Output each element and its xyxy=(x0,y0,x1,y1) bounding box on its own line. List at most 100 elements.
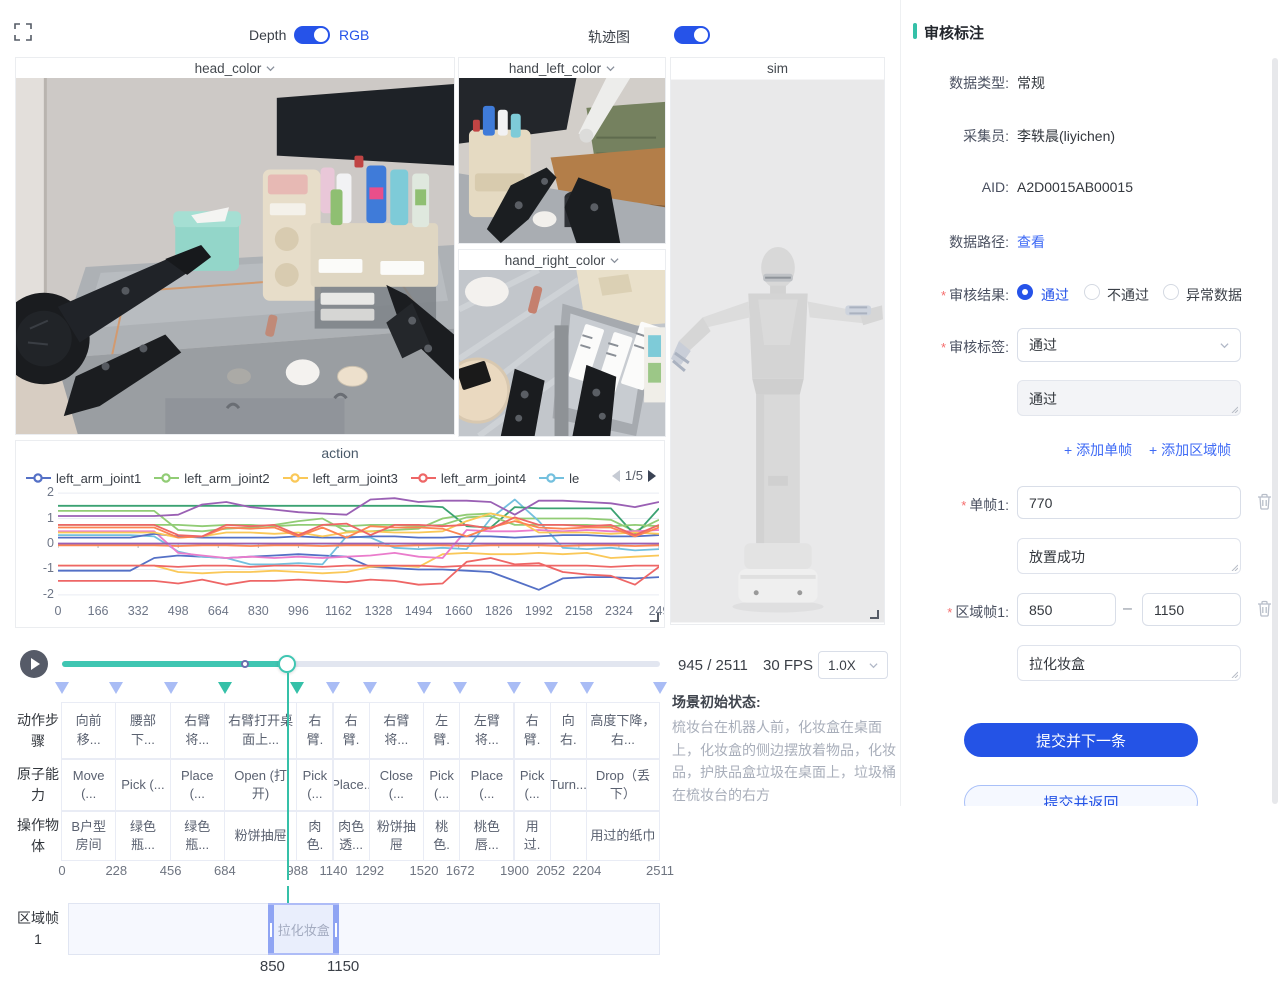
section-title-marker xyxy=(913,23,917,39)
review-tag-label: *审核标签: xyxy=(901,337,1009,357)
add-region-frame-link[interactable]: + 添加区域帧 xyxy=(1149,440,1231,460)
legend-item[interactable]: left_arm_joint2 xyxy=(154,471,269,486)
timeline-cell[interactable]: 肉色透... xyxy=(333,811,370,861)
timeline-cell[interactable]: 桃色. xyxy=(423,811,460,861)
depth-rgb-toggle[interactable] xyxy=(294,26,330,44)
keyframe-marker[interactable] xyxy=(164,682,178,694)
x-axis-tick-label: 1660 xyxy=(445,604,473,618)
data-path-view-link[interactable]: 查看 xyxy=(1017,232,1045,252)
keyframe-marker[interactable] xyxy=(580,682,594,694)
timeline-cell[interactable]: 桃色唇... xyxy=(459,811,514,861)
head-camera-selector[interactable]: head_color xyxy=(16,58,454,78)
speed-select[interactable]: 1.0X xyxy=(818,651,888,679)
region-frame-note-textarea[interactable]: 拉化妆盒 xyxy=(1017,645,1241,681)
trajectory-toggle[interactable] xyxy=(674,26,710,44)
y-axis-tick-label: -2 xyxy=(24,587,54,601)
region-block-label: 拉化妆盒 xyxy=(278,920,330,939)
timeline-cell[interactable]: Move (... xyxy=(61,759,116,811)
timeline-cell[interactable]: Pick (... xyxy=(423,759,460,811)
timeline-cell[interactable]: Close (... xyxy=(369,759,424,811)
keyframe-marker[interactable] xyxy=(109,682,123,694)
keyframe-marker[interactable] xyxy=(544,682,558,694)
head-camera-title: head_color xyxy=(195,61,262,76)
keyframe-marker[interactable] xyxy=(453,682,467,694)
timeline-cell[interactable]: 右臂. xyxy=(514,702,551,759)
fullscreen-icon[interactable] xyxy=(14,23,32,41)
timeline-cell[interactable]: 绿色瓶... xyxy=(115,811,170,861)
timeline-cell[interactable]: 用过的纸巾 xyxy=(586,811,660,861)
single-frame-note-textarea[interactable]: 放置成功 xyxy=(1017,538,1241,574)
legend-item[interactable]: left_arm_joint1 xyxy=(26,471,141,486)
hand-right-camera-selector[interactable]: hand_right_color xyxy=(459,250,665,270)
x-axis-tick-label: 1826 xyxy=(485,604,513,618)
radio-abnormal-label[interactable]: 异常数据 xyxy=(1186,285,1242,305)
timeline-axis-tick: 1520 xyxy=(410,863,439,878)
region-end-value: 1150 xyxy=(1154,602,1184,618)
region-frame-block[interactable]: 拉化妆盒 xyxy=(268,903,339,955)
radio-fail[interactable] xyxy=(1084,284,1100,305)
radio-fail-label[interactable]: 不通过 xyxy=(1107,285,1149,305)
submit-next-button[interactable]: 提交并下一条 xyxy=(964,723,1198,757)
single-frame-input[interactable]: 770 xyxy=(1017,486,1241,519)
timeline-cell[interactable] xyxy=(550,811,587,861)
hand-left-camera-selector[interactable]: hand_left_color xyxy=(459,58,665,78)
timeline-cell[interactable]: 右臂. xyxy=(296,702,333,759)
timeline-cell[interactable]: 右臂将... xyxy=(369,702,424,759)
timeline-cell[interactable]: Pick (... xyxy=(115,759,170,811)
x-axis-tick-label: 996 xyxy=(288,604,309,618)
keyframe-marker[interactable] xyxy=(55,682,69,694)
timeline-cell[interactable]: 高度下降，右... xyxy=(586,702,660,759)
region-frame-track[interactable] xyxy=(68,903,660,955)
scrollbar-thumb[interactable] xyxy=(1272,58,1278,804)
timeline-cell[interactable]: Place.. xyxy=(333,759,370,811)
keyframe-marker[interactable] xyxy=(653,682,667,694)
timeline-cell[interactable]: Pick (... xyxy=(296,759,333,811)
play-button[interactable] xyxy=(20,650,48,678)
x-axis-tick-label: 1328 xyxy=(365,604,393,618)
timeline-cell[interactable]: 粉饼抽屉 xyxy=(369,811,424,861)
keyframe-marker[interactable] xyxy=(326,682,340,694)
review-tag-select[interactable]: 通过 xyxy=(1017,328,1241,362)
timeline-cell[interactable]: 向右. xyxy=(550,702,587,759)
timeline-cell[interactable]: 右臂. xyxy=(333,702,370,759)
radio-abnormal[interactable] xyxy=(1163,284,1179,305)
timeline-cell[interactable]: Drop（丢下） xyxy=(586,759,660,811)
legend-item[interactable]: le xyxy=(539,471,579,486)
radio-pass-label[interactable]: 通过 xyxy=(1041,285,1069,305)
timeline-cell[interactable]: 用过. xyxy=(514,811,551,861)
timeline-cell[interactable]: 左臂. xyxy=(423,702,460,759)
timeline-cell[interactable]: Pick (... xyxy=(514,759,551,811)
legend-prev-icon[interactable] xyxy=(612,470,620,482)
timeline-cell[interactable]: Place (... xyxy=(459,759,514,811)
delete-single-frame-icon[interactable] xyxy=(1257,493,1272,510)
radio-pass[interactable] xyxy=(1017,284,1033,305)
keyframe-marker[interactable] xyxy=(363,682,377,694)
keyframe-marker[interactable] xyxy=(290,682,304,694)
keyframe-marker[interactable] xyxy=(417,682,431,694)
delete-region-frame-icon[interactable] xyxy=(1257,600,1272,617)
legend-item[interactable]: left_arm_joint3 xyxy=(283,471,398,486)
region-right-handle[interactable] xyxy=(333,905,339,953)
progress-slider-handle[interactable] xyxy=(278,655,296,673)
keyframe-marker[interactable] xyxy=(507,682,521,694)
timeline-cell[interactable]: Place (... xyxy=(170,759,225,811)
legend-next-icon[interactable] xyxy=(648,470,656,482)
keyframe-marker[interactable] xyxy=(218,682,232,694)
timeline-cell[interactable]: 腰部下... xyxy=(115,702,170,759)
timeline-cell[interactable]: 左臂将... xyxy=(459,702,514,759)
timeline-cell[interactable]: Turn... xyxy=(550,759,587,811)
submit-return-button[interactable]: 提交并返回 xyxy=(964,785,1198,806)
timeline-axis-tick: 684 xyxy=(214,863,236,878)
timeline-cell[interactable]: 肉色. xyxy=(296,811,333,861)
resize-handle-icon[interactable] xyxy=(869,609,879,619)
timeline-cell[interactable]: 右臂将... xyxy=(170,702,225,759)
region-end-input[interactable]: 1150 xyxy=(1142,593,1241,626)
review-tag-note-textarea[interactable]: 通过 xyxy=(1017,380,1241,416)
timeline-cell[interactable]: B户型房间 xyxy=(61,811,116,861)
add-single-frame-link[interactable]: + 添加单帧 xyxy=(1064,440,1132,460)
timeline-cell[interactable]: 向前移... xyxy=(61,702,116,759)
region-left-handle[interactable] xyxy=(268,905,274,953)
legend-item[interactable]: left_arm_joint4 xyxy=(411,471,526,486)
region-start-input[interactable]: 850 xyxy=(1017,593,1116,626)
timeline-cell[interactable]: 绿色瓶... xyxy=(170,811,225,861)
